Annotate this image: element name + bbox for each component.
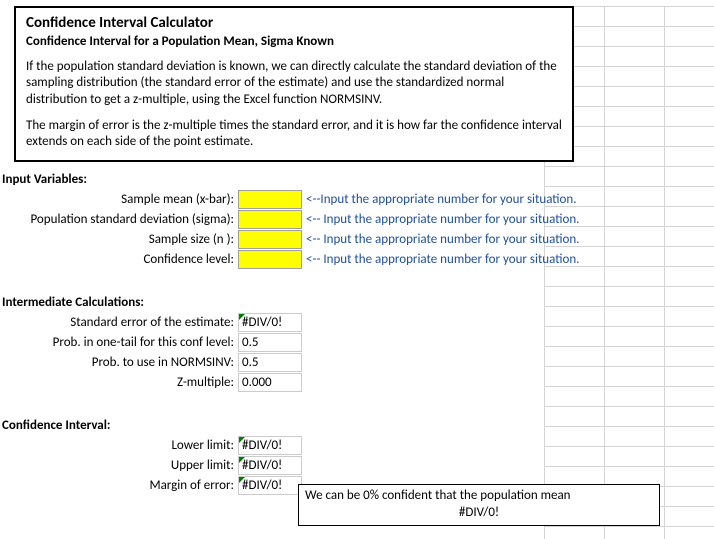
page-subtitle: Confidence Interval for a Population Mea… bbox=[26, 34, 562, 49]
error-indicator-icon bbox=[239, 457, 245, 463]
input-sample-mean[interactable] bbox=[238, 190, 302, 209]
row-lower-limit: Lower limit: #DIV/0! bbox=[0, 435, 714, 455]
label-z-multiple: Z-multiple: bbox=[0, 375, 238, 390]
label-sample-size: Sample size (n ): bbox=[0, 232, 238, 247]
value-lower-limit[interactable]: #DIV/0! bbox=[238, 436, 302, 455]
page-title: Confidence Interval Calculator bbox=[26, 14, 562, 32]
error-indicator-icon bbox=[239, 437, 245, 443]
row-prob-normsinv: Prob. to use in NORMSINV: 0.5 bbox=[0, 352, 714, 372]
row-sample-mean: Sample mean (x-bar): <--Input the approp… bbox=[0, 189, 714, 209]
hint-sigma: <-- Input the appropriate number for you… bbox=[302, 212, 579, 227]
hint-confidence-level: <-- Input the appropriate number for you… bbox=[302, 252, 579, 267]
error-indicator-icon bbox=[239, 314, 245, 320]
hint-sample-mean: <--Input the appropriate number for your… bbox=[302, 192, 577, 207]
row-upper-limit: Upper limit: #DIV/0! bbox=[0, 455, 714, 475]
label-lower-limit: Lower limit: bbox=[0, 438, 238, 453]
row-confidence-level: Confidence level: <-- Input the appropri… bbox=[0, 249, 714, 269]
row-prob-one-tail: Prob. in one-tail for this conf level: 0… bbox=[0, 332, 714, 352]
value-margin-of-error[interactable]: #DIV/0! bbox=[238, 476, 302, 495]
label-prob-normsinv: Prob. to use in NORMSINV: bbox=[0, 355, 238, 370]
label-upper-limit: Upper limit: bbox=[0, 458, 238, 473]
confidence-statement-box: We can be 0% confident that the populati… bbox=[298, 484, 660, 526]
value-standard-error[interactable]: #DIV/0! bbox=[238, 313, 302, 332]
label-margin-of-error: Margin of error: bbox=[0, 478, 238, 493]
error-indicator-icon bbox=[239, 477, 245, 483]
row-z-multiple: Z-multiple: 0.000 bbox=[0, 372, 714, 392]
header-paragraph-1: If the population standard deviation is … bbox=[26, 59, 562, 108]
input-sample-size[interactable] bbox=[238, 230, 302, 249]
confidence-statement-line1: We can be 0% confident that the populati… bbox=[305, 488, 653, 505]
label-sigma: Population standard deviation (sigma): bbox=[0, 212, 238, 227]
label-standard-error: Standard error of the estimate: bbox=[0, 315, 238, 330]
value-prob-normsinv[interactable]: 0.5 bbox=[238, 353, 302, 372]
label-confidence-level: Confidence level: bbox=[0, 252, 238, 267]
header-paragraph-2: The margin of error is the z-multiple ti… bbox=[26, 118, 562, 151]
row-standard-error: Standard error of the estimate: #DIV/0! bbox=[0, 312, 714, 332]
section-confidence-interval: Confidence Interval: bbox=[0, 412, 714, 435]
value-upper-limit[interactable]: #DIV/0! bbox=[238, 456, 302, 475]
row-sigma: Population standard deviation (sigma): <… bbox=[0, 209, 714, 229]
section-intermediate: Intermediate Calculations: bbox=[0, 289, 714, 312]
label-prob-one-tail: Prob. in one-tail for this conf level: bbox=[0, 335, 238, 350]
label-sample-mean: Sample mean (x-bar): bbox=[0, 192, 238, 207]
confidence-statement-line2: #DIV/0! bbox=[305, 505, 653, 522]
row-sample-size: Sample size (n ): <-- Input the appropri… bbox=[0, 229, 714, 249]
hint-sample-size: <-- Input the appropriate number for you… bbox=[302, 232, 579, 247]
value-z-multiple[interactable]: 0.000 bbox=[238, 373, 302, 392]
input-confidence-level[interactable] bbox=[238, 250, 302, 269]
value-prob-one-tail[interactable]: 0.5 bbox=[238, 333, 302, 352]
header-description-box: Confidence Interval Calculator Confidenc… bbox=[14, 6, 574, 162]
input-sigma[interactable] bbox=[238, 210, 302, 229]
section-input-variables: Input Variables: bbox=[0, 166, 714, 189]
